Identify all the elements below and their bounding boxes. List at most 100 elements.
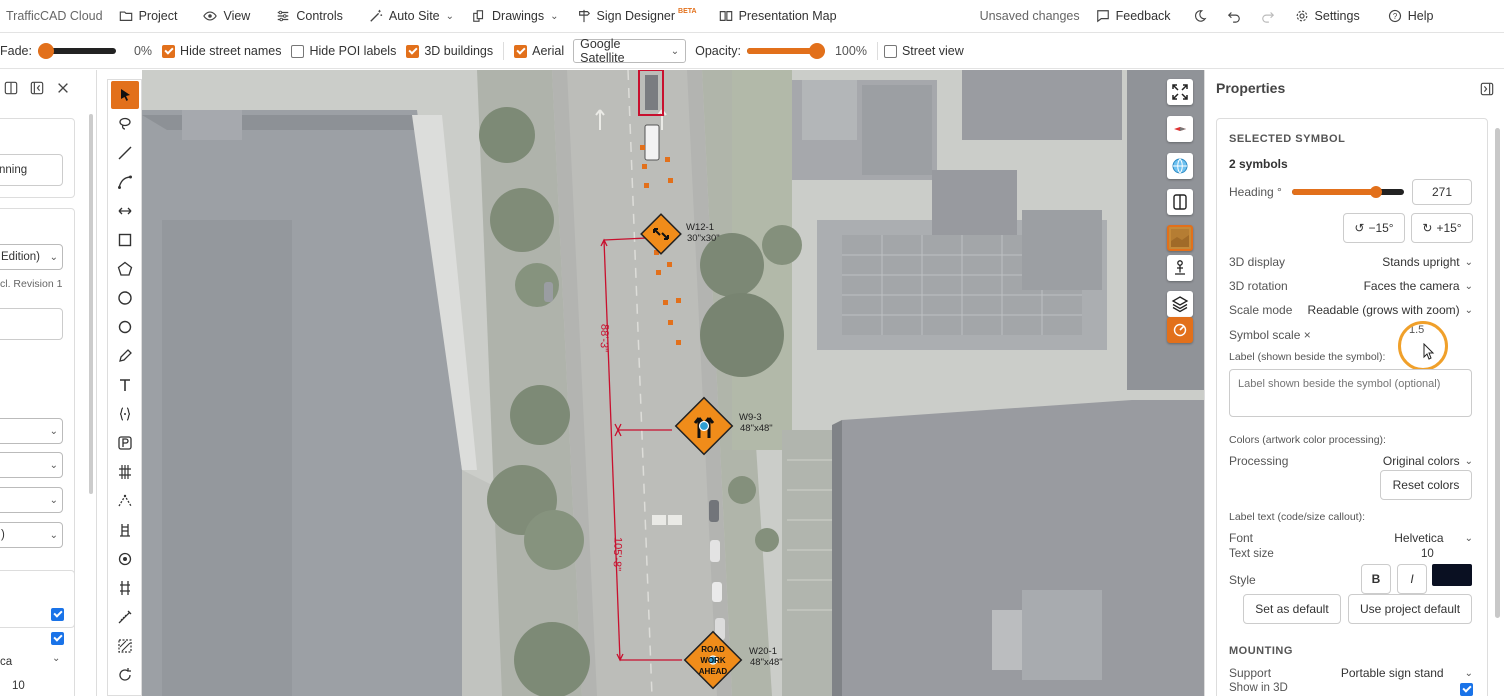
left-checkbox-2[interactable] [51, 632, 64, 645]
hide-poi-labels-option[interactable]: Hide POI labels [291, 44, 396, 58]
rotate-tool[interactable] [111, 661, 139, 689]
street-view-checkbox[interactable] [883, 44, 897, 58]
fade-slider[interactable] [37, 43, 116, 59]
street-view-pegman-button[interactable] [1167, 255, 1193, 281]
edition-select[interactable]: Edition) ⌄ [0, 244, 63, 270]
globe-button[interactable] [1167, 153, 1193, 179]
dimension-tool[interactable] [111, 197, 139, 225]
left-select-3[interactable]: ⌄ [0, 487, 63, 513]
location-button[interactable] [1167, 317, 1193, 343]
font-select[interactable]: Helvetica ⌄ [1394, 531, 1473, 545]
rail-tool[interactable] [111, 574, 139, 602]
opacity-slider[interactable] [746, 43, 825, 59]
panel-layout-icon[interactable] [4, 81, 18, 95]
layers-button[interactable] [1167, 291, 1193, 317]
left-select-4[interactable]: ) ⌄ [0, 522, 63, 548]
parking-tool[interactable] [111, 429, 139, 457]
menu-drawings[interactable]: Drawings ⌄ [472, 0, 559, 33]
ellipse-tool[interactable] [111, 313, 139, 341]
rotation-3d-select[interactable]: Faces the camera ⌄ [1364, 279, 1473, 293]
display-3d-select[interactable]: Stands upright ⌄ [1382, 255, 1473, 269]
sign-w9-3[interactable] [674, 396, 734, 456]
heading-slider[interactable] [1292, 186, 1404, 198]
hide-street-names-option[interactable]: Hide street names [162, 44, 281, 58]
feedback-button[interactable]: Feedback [1096, 0, 1171, 33]
barrier-tool[interactable] [111, 516, 139, 544]
fade-slider-knob[interactable] [37, 43, 54, 59]
collapse-panel-icon[interactable] [1480, 82, 1494, 96]
hide-street-names-checkbox[interactable] [162, 44, 176, 58]
target-tool[interactable] [111, 545, 139, 573]
display-3d-label: 3D display [1229, 255, 1286, 269]
select-tool[interactable] [110, 81, 139, 109]
undo-button[interactable] [1227, 0, 1241, 33]
scale-mode-select[interactable]: Readable (grows with zoom) ⌄ [1308, 303, 1473, 317]
show-3d-checkbox[interactable] [1460, 683, 1473, 696]
basemap-select[interactable]: Google Satellite ⌄ [573, 37, 687, 65]
dark-mode-toggle[interactable] [1193, 0, 1207, 33]
italic-button[interactable]: I [1397, 564, 1427, 594]
line-tool[interactable] [111, 139, 139, 167]
menu-view[interactable]: View [203, 0, 250, 33]
text-size-input[interactable]: 10 [1421, 548, 1434, 560]
properties-scrollbar[interactable] [1495, 128, 1500, 618]
redo-button[interactable] [1261, 0, 1275, 33]
left-select-1[interactable]: ⌄ [0, 418, 63, 444]
curve-tool[interactable] [111, 168, 139, 196]
processing-select[interactable]: Original colors ⌄ [1383, 454, 1473, 468]
left-panel-scrollbar[interactable] [89, 114, 93, 494]
settings-button[interactable]: Settings [1295, 0, 1360, 33]
menu-auto-site[interactable]: Auto Site ⌄ [369, 0, 454, 33]
lasso-tool[interactable] [111, 110, 139, 138]
text-tool[interactable] [111, 371, 139, 399]
reset-colors-button[interactable]: Reset colors [1380, 470, 1472, 500]
map-canvas[interactable]: 88'-3" 105'-8" W12-1 30"x30" W9-3 48"x48… [142, 70, 1204, 696]
left-select-2[interactable]: ⌄ [0, 452, 63, 478]
use-project-default-button[interactable]: Use project default [1348, 594, 1472, 624]
street-view-option[interactable]: Street view [883, 44, 964, 58]
formula-tool[interactable] [111, 400, 139, 428]
menu-presentation-map[interactable]: Presentation Map [719, 0, 837, 33]
planning-button[interactable]: nning [0, 154, 63, 186]
buildings-3d-option[interactable]: 3D buildings [406, 44, 493, 58]
close-icon[interactable] [56, 81, 70, 95]
menu-sign-designer[interactable]: Sign Designer BETA [577, 0, 697, 33]
chevron-down-icon[interactable]: ⌄ [52, 653, 60, 664]
heading-slider-knob[interactable] [1370, 186, 1382, 198]
help-button[interactable]: ? Help [1388, 0, 1433, 33]
rectangle-tool[interactable] [111, 226, 139, 254]
measure-tool[interactable] [111, 603, 139, 631]
menu-project[interactable]: Project [119, 0, 177, 33]
menu-controls[interactable]: Controls [276, 0, 343, 33]
divider [876, 42, 878, 60]
compass-button[interactable] [1167, 116, 1193, 142]
split-view-button[interactable] [1167, 189, 1193, 215]
set-as-default-button[interactable]: Set as default [1243, 594, 1341, 624]
buildings-3d-checkbox[interactable] [406, 44, 420, 58]
collapse-panel-icon[interactable] [30, 81, 44, 95]
menu-presentation-map-label: Presentation Map [738, 9, 837, 23]
crosswalk-tool[interactable] [111, 458, 139, 486]
hatch-tool[interactable] [111, 632, 139, 660]
aerial-checkbox[interactable] [514, 44, 528, 58]
aerial-option[interactable]: Aerial [514, 44, 564, 58]
fullscreen-button[interactable] [1167, 79, 1193, 105]
circle-tool[interactable] [111, 284, 139, 312]
rotate-plus-button[interactable]: ↻ +15° [1411, 213, 1473, 243]
cone-tool[interactable] [111, 487, 139, 515]
opacity-slider-knob[interactable] [808, 43, 825, 59]
bold-button[interactable]: B [1361, 564, 1391, 594]
label-textarea[interactable] [1229, 369, 1472, 417]
basemap-thumbnail-button[interactable] [1167, 225, 1193, 251]
polygon-tool[interactable] [111, 255, 139, 283]
hide-poi-labels-checkbox[interactable] [291, 44, 305, 58]
text-color-swatch[interactable] [1432, 564, 1472, 586]
support-select[interactable]: Portable sign stand ⌄ [1341, 666, 1473, 680]
left-panel-input[interactable] [0, 308, 63, 340]
split-view-icon [1173, 194, 1187, 210]
heading-input[interactable]: 271 [1412, 179, 1472, 205]
sign-w12-1[interactable] [640, 213, 682, 255]
left-checkbox-1[interactable] [51, 608, 64, 621]
rotate-minus-button[interactable]: ↺ −15° [1343, 213, 1405, 243]
pencil-tool[interactable] [111, 342, 139, 370]
